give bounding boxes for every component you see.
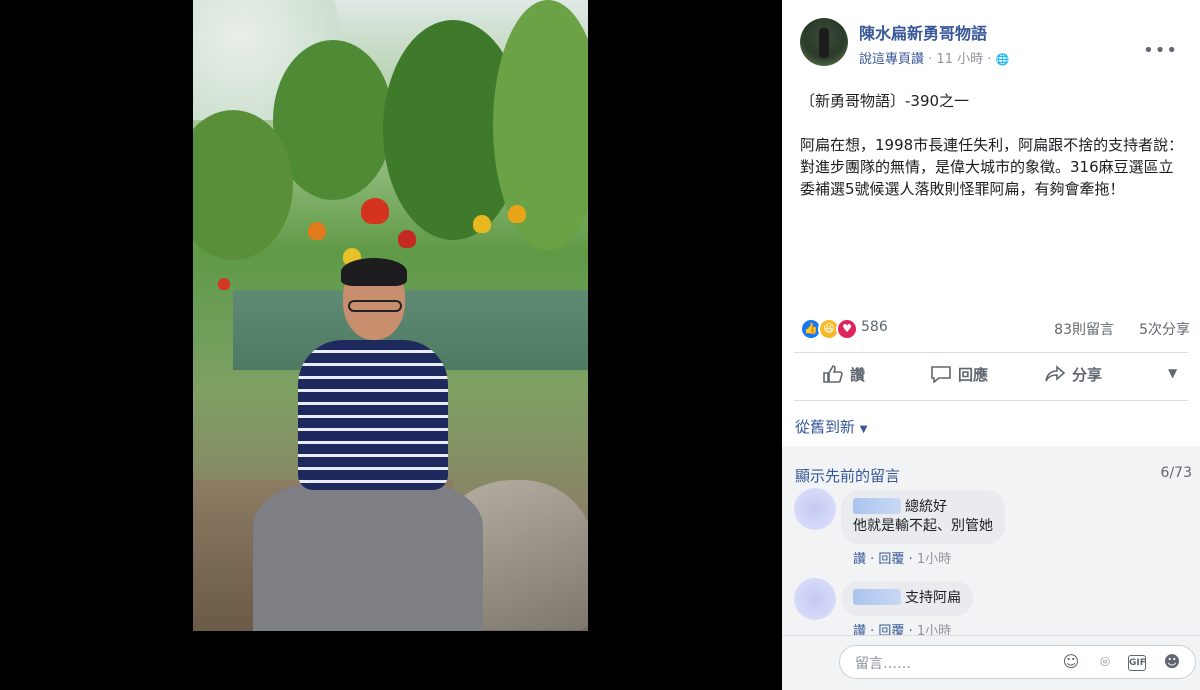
post-body: 阿扁在想，1998市長連任失利，阿扁跟不捨的支持者說：對進步團隊的無情，是偉大城… — [800, 136, 1184, 198]
divider — [794, 400, 1188, 401]
photo-flower — [508, 205, 526, 223]
meta-separator: · — [987, 52, 992, 67]
comment-bubble: 總統好 他就是輸不起、別管她 — [841, 490, 1005, 544]
photo-flower — [308, 222, 326, 240]
post-photo[interactable] — [193, 0, 588, 631]
sort-label: 從舊到新 — [795, 418, 856, 436]
love-icon[interactable]: ♥ — [836, 318, 858, 340]
chevron-down-icon: ▼ — [859, 424, 868, 435]
share-icon — [1045, 365, 1066, 382]
reaction-count[interactable]: 586 — [861, 319, 888, 335]
comment-icon — [931, 366, 951, 383]
comment-like-link[interactable]: 讚 — [853, 552, 866, 567]
comment-text: 他就是輸不起、別管她 — [853, 518, 993, 534]
own-avatar — [795, 646, 827, 678]
more-options-icon[interactable]: ••• — [1143, 40, 1178, 61]
share-count[interactable]: 5次分享 — [1139, 319, 1190, 339]
comment-reply-link[interactable]: 回覆 — [878, 552, 904, 567]
post-header: 陳水扁新勇哥物語 說這專頁讚 · 11 小時 · 🌐 ••• — [800, 18, 1190, 68]
photo-flower — [473, 215, 491, 233]
post-meta: 說這專頁讚 · 11 小時 · 🌐 — [859, 48, 1009, 67]
comment-count[interactable]: 83則留言 — [1054, 319, 1114, 339]
comment-time[interactable]: 1小時 — [917, 552, 951, 567]
comment-text: 總統好 — [905, 499, 947, 515]
comment-label: 回應 — [958, 366, 989, 384]
comment-page-count: 6/73 — [1160, 465, 1192, 481]
commenter-avatar[interactable] — [794, 578, 836, 620]
view-previous-comments-link[interactable]: 顯示先前的留言 — [795, 465, 900, 486]
like-label: 讚 — [850, 366, 866, 384]
photo-flower — [218, 278, 230, 290]
globe-icon: 🌐 — [995, 53, 1010, 66]
page-avatar[interactable] — [800, 18, 848, 66]
comment-bubble: 支持阿扁 — [841, 581, 973, 616]
reactions-bar: 👍 😆 ♥ 586 83則留言 5次分享 — [800, 316, 1190, 340]
page-name-link[interactable]: 陳水扁新勇哥物語 — [859, 20, 987, 44]
like-page-link[interactable]: 說這專頁讚 — [859, 52, 924, 67]
commenter-name[interactable] — [853, 589, 901, 605]
post-text: 〔新勇哥物語〕-390之一 阿扁在想，1998市長連任失利，阿扁跟不捨的支持者說… — [800, 90, 1185, 222]
post-title-line: 〔新勇哥物語〕-390之一 — [800, 92, 970, 110]
photo-flower — [398, 230, 416, 248]
person-glasses — [348, 300, 402, 312]
share-button[interactable]: 分享 — [1044, 364, 1102, 385]
photo-flower — [361, 198, 389, 224]
share-label: 分享 — [1072, 366, 1103, 384]
emoji-icon[interactable]: ☺ — [1061, 652, 1081, 672]
audience-dropdown-icon[interactable]: ▼ — [1168, 366, 1177, 380]
post-sidebar: 陳水扁新勇哥物語 說這專頁讚 · 11 小時 · 🌐 ••• 〔新勇哥物語〕-3… — [782, 0, 1200, 690]
meta-separator: · — [928, 52, 933, 67]
comment-composer: 留言…… ☺ ⌾ GIF ☻ — [782, 635, 1200, 690]
like-button[interactable]: 讚 — [822, 364, 865, 385]
photo-person — [253, 258, 483, 631]
post-actions: 讚 回應 分享 ▼ — [794, 356, 1188, 396]
avatar-figure — [819, 28, 829, 58]
divider — [794, 352, 1188, 353]
person-legs — [253, 482, 483, 631]
comment-button[interactable]: 回應 — [930, 364, 988, 385]
post-time[interactable]: 11 小時 — [936, 52, 983, 67]
comment-text: 支持阿扁 — [905, 590, 961, 606]
commenter-avatar[interactable] — [794, 488, 836, 530]
thumbs-up-icon — [823, 365, 843, 383]
person-hair — [341, 258, 407, 286]
person-shirt — [298, 340, 448, 490]
gif-icon[interactable]: GIF — [1128, 655, 1146, 671]
photo-viewer — [0, 0, 782, 689]
camera-icon[interactable]: ⌾ — [1095, 652, 1115, 672]
comment-meta: 讚 · 回覆 · 1小時 — [853, 552, 952, 567]
comment-sort-dropdown[interactable]: 從舊到新 ▼ — [795, 416, 868, 437]
sticker-icon[interactable]: ☻ — [1162, 652, 1182, 672]
commenter-name[interactable] — [853, 498, 901, 514]
